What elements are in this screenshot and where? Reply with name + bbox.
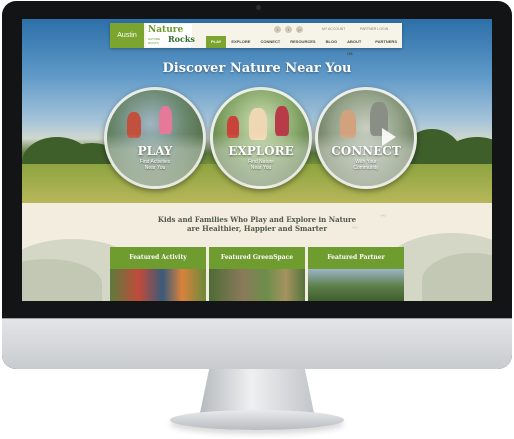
bird-icon: 〰 — [352, 226, 359, 232]
nav-play[interactable]: PLAY — [206, 36, 227, 48]
monitor-base — [170, 410, 344, 430]
featured-partner-card[interactable]: Featured Partner — [308, 247, 404, 301]
nav-about-us[interactable]: ABOUT US — [342, 36, 370, 56]
logo-subtext: NATURE ROCKS — [148, 37, 161, 45]
partner-login-link[interactable]: PARTNER LOGIN — [360, 26, 388, 33]
explore-circle-button[interactable]: EXPLORE Find Nature Near You — [210, 87, 312, 189]
featured-activity-photo — [110, 269, 206, 301]
nav-connect[interactable]: CONNECT — [255, 36, 285, 48]
connect-label: CONNECT — [331, 144, 401, 158]
pinterest-icon[interactable]: p — [296, 26, 303, 33]
nav-partners[interactable]: PARTNERS — [370, 36, 402, 48]
monitor-chin — [2, 318, 512, 369]
featured-greenspace-title: Featured GreenSpace — [220, 254, 294, 261]
tagline: Kids and Families Who Play and Explore i… — [22, 215, 492, 233]
explore-label: EXPLORE — [228, 144, 294, 158]
featured-partner-photo — [308, 269, 404, 301]
featured-activity-title: Featured Activity — [129, 254, 187, 261]
camera-icon — [256, 5, 261, 10]
hero-title: Discover Nature Near You — [162, 61, 352, 76]
main-nav: PLAY EXPLORE CONNECT RESOURCES BLOG ABOU… — [206, 36, 402, 56]
featured-partner-title: Featured Partner — [327, 254, 385, 261]
play-label: PLAY — [137, 144, 173, 158]
nav-resources[interactable]: RESOURCES — [285, 36, 320, 48]
featured-activity-card[interactable]: Featured Activity — [110, 247, 206, 301]
hero-banner: Austin Nature NATURE ROCKS Rocks f t p M… — [22, 19, 492, 203]
site-header: Austin Nature NATURE ROCKS Rocks f t p M… — [110, 23, 402, 56]
monitor-stand — [200, 369, 314, 413]
nav-blog[interactable]: BLOG — [321, 36, 343, 48]
bird-icon: 〰 — [380, 214, 387, 220]
featured-greenspace-photo — [209, 269, 305, 301]
tagline-line1: Kids and Families Who Play and Explore i… — [157, 215, 357, 224]
explore-sub: Find Nature Near You — [247, 159, 275, 171]
my-account-link[interactable]: MY ACCOUNT — [322, 26, 345, 33]
play-circle-button[interactable]: PLAY Find Activities Near You — [104, 87, 206, 189]
tagline-line2: are Healthier, Happier and Smarter — [186, 224, 328, 233]
connect-sub: With Your Community — [353, 159, 379, 171]
twitter-icon[interactable]: t — [285, 26, 292, 33]
connect-circle-button[interactable]: CONNECT With Your Community — [315, 87, 417, 189]
screen: Austin Nature NATURE ROCKS Rocks f t p M… — [22, 19, 492, 301]
site-logo[interactable]: Nature NATURE ROCKS Rocks — [146, 24, 195, 47]
city-selector[interactable]: Austin — [110, 23, 144, 48]
nav-explore[interactable]: EXPLORE — [226, 36, 255, 48]
featured-greenspace-card[interactable]: Featured GreenSpace — [209, 247, 305, 301]
facebook-icon[interactable]: f — [274, 26, 281, 33]
logo-text-rocks: Rocks — [168, 34, 195, 44]
play-sub: Find Activities Near You — [139, 159, 171, 171]
